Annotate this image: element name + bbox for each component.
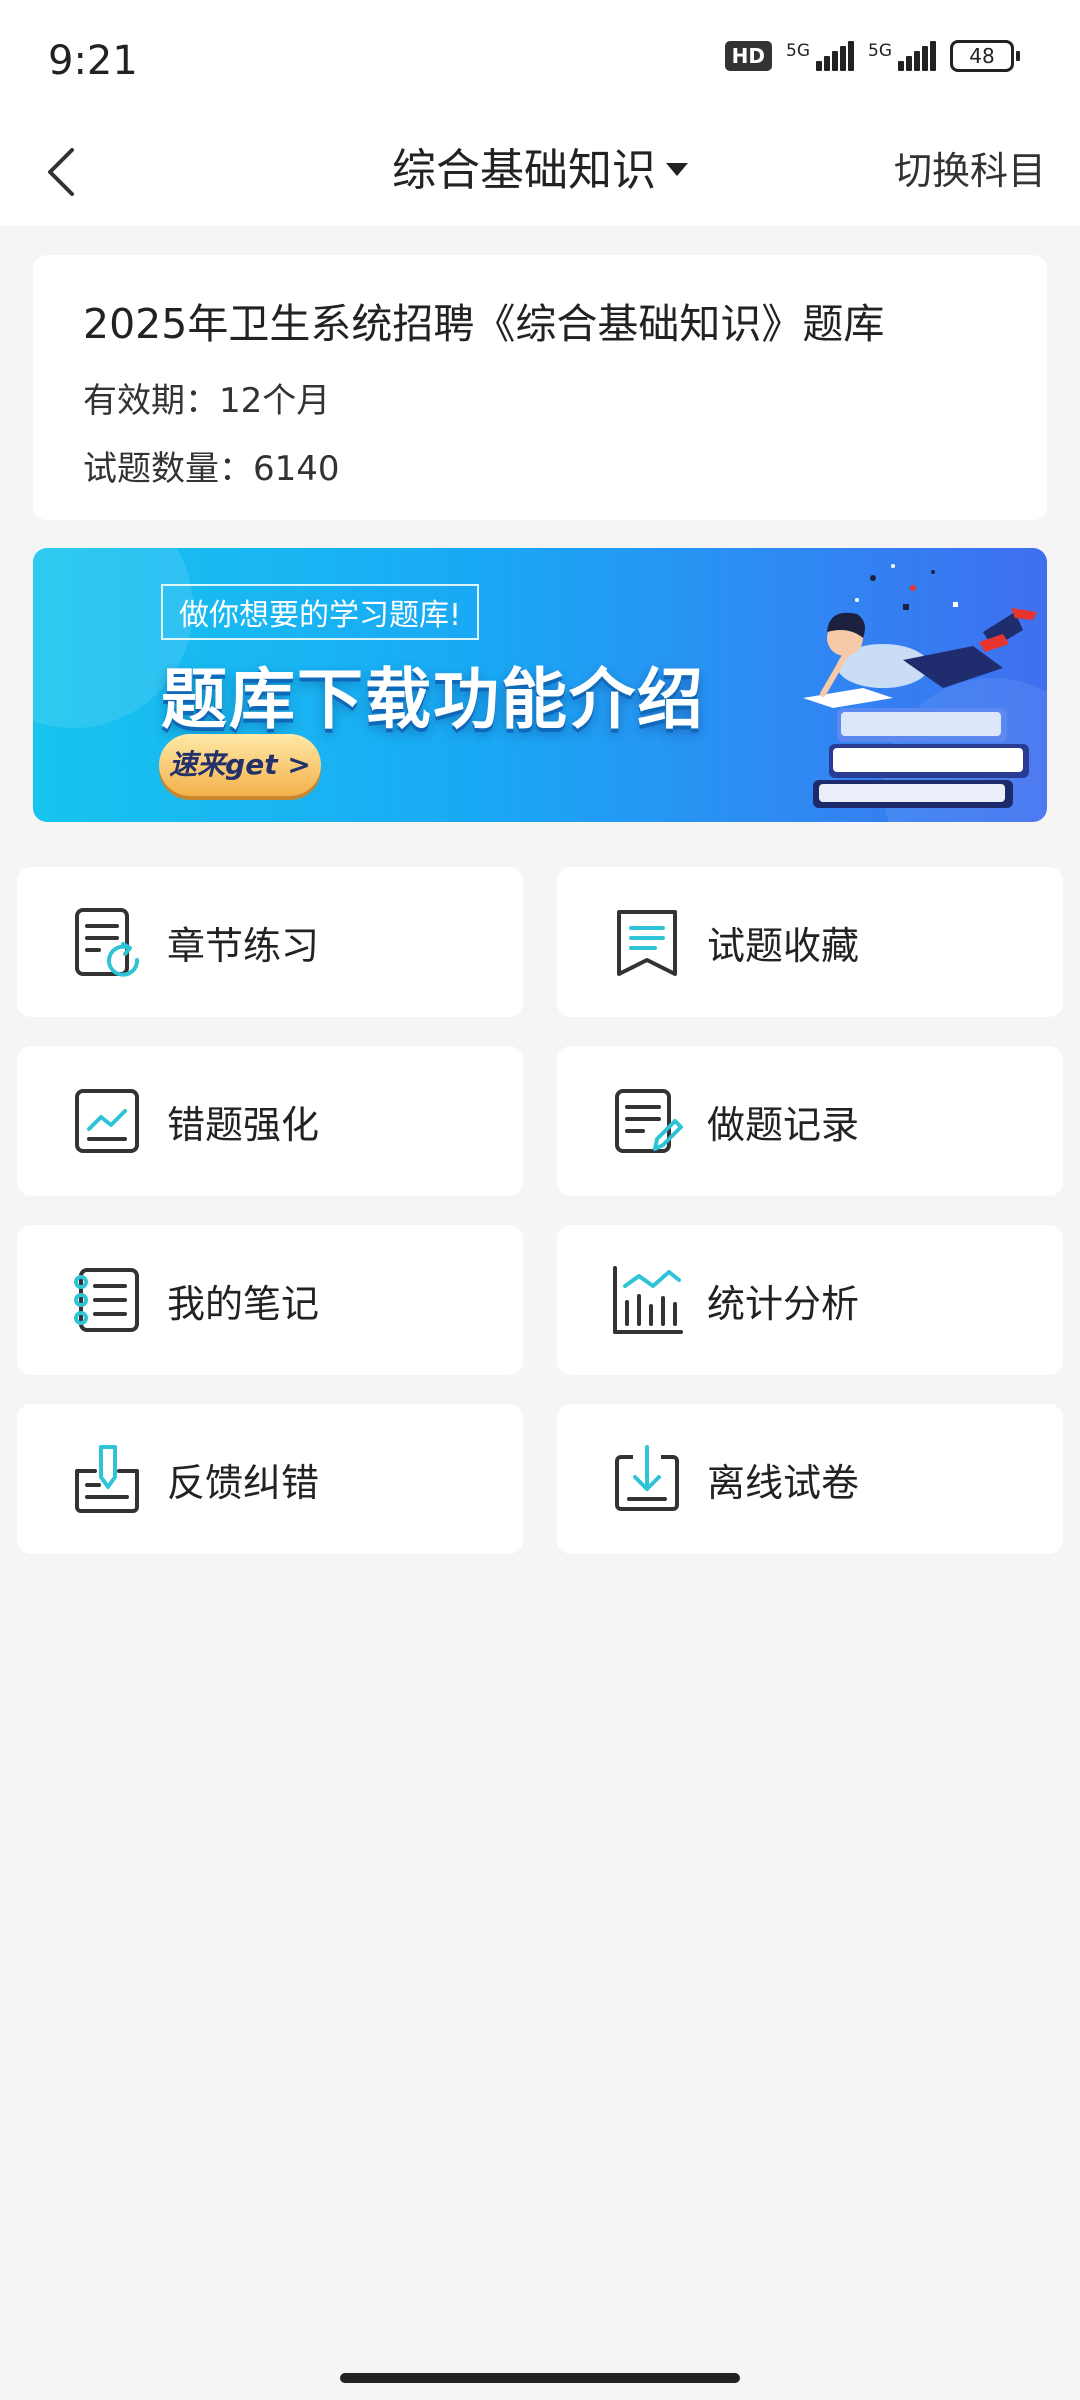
status-time: 9:21 bbox=[48, 38, 138, 84]
notebook-icon bbox=[74, 1268, 139, 1332]
signal-icon-2: 5G bbox=[868, 41, 936, 71]
tile-label: 反馈纠错 bbox=[167, 1461, 320, 1505]
chapter-practice-icon bbox=[75, 908, 140, 977]
download-icon bbox=[615, 1445, 679, 1511]
home-indicator[interactable] bbox=[340, 2373, 740, 2383]
tile-label: 做题记录 bbox=[707, 1103, 860, 1147]
status-icons: HD 5G 5G 48 bbox=[724, 40, 1020, 72]
page-title: 综合基础知识 bbox=[392, 145, 656, 196]
hd-voice-icon: HD bbox=[724, 41, 772, 71]
record-edit-icon bbox=[615, 1089, 683, 1153]
tile-label: 错题强化 bbox=[167, 1103, 320, 1147]
banner-tag: 做你想要的学习题库! bbox=[161, 584, 480, 640]
validity-text: 有效期：12个月 bbox=[83, 381, 331, 421]
menu-tile-question-favorites[interactable]: 试题收藏 bbox=[557, 867, 1063, 1017]
menu-tile-chapter-practice[interactable]: 章节练习 bbox=[17, 867, 523, 1017]
menu-tile-offline-papers[interactable]: 离线试卷 bbox=[557, 1404, 1063, 1554]
menu-tile-wrong-questions[interactable]: 错题强化 bbox=[17, 1046, 523, 1196]
tile-label: 统计分析 bbox=[707, 1282, 860, 1326]
caret-down-icon bbox=[666, 162, 688, 176]
feedback-icon bbox=[75, 1445, 139, 1513]
bar-chart-icon bbox=[613, 1266, 683, 1334]
banner-get-button[interactable]: 速来get > bbox=[159, 734, 321, 796]
nav-bar: 综合基础知识 切换科目 bbox=[0, 120, 1080, 226]
download-feature-banner[interactable]: 做你想要的学习题库! 题库下载功能介绍 速来get > bbox=[33, 548, 1047, 822]
menu-tile-practice-record[interactable]: 做题记录 bbox=[557, 1046, 1063, 1196]
battery-icon: 48 bbox=[950, 40, 1020, 72]
tile-label: 离线试卷 bbox=[707, 1461, 860, 1505]
bookmark-icon bbox=[617, 910, 677, 976]
battery-level: 48 bbox=[950, 40, 1014, 72]
banner-heading: 题库下载功能介绍 bbox=[161, 661, 705, 738]
question-bank-info-card: 2025年卫生系统招聘《综合基础知识》题库 有效期：12个月 试题数量：6140 bbox=[33, 255, 1047, 520]
tile-label: 我的笔记 bbox=[167, 1282, 320, 1326]
bank-title: 2025年卫生系统招聘《综合基础知识》题库 bbox=[83, 300, 885, 348]
menu-tile-feedback[interactable]: 反馈纠错 bbox=[17, 1404, 523, 1554]
question-count-text: 试题数量：6140 bbox=[83, 449, 340, 489]
tile-label: 试题收藏 bbox=[707, 924, 860, 968]
status-bar: 9:21 HD 5G 5G 48 bbox=[0, 0, 1080, 120]
reading-girl-illustration bbox=[803, 564, 1037, 808]
menu-tile-statistics[interactable]: 统计分析 bbox=[557, 1225, 1063, 1375]
tile-label: 章节练习 bbox=[167, 924, 320, 968]
signal-icon-1: 5G bbox=[786, 41, 854, 71]
menu-tile-my-notes[interactable]: 我的笔记 bbox=[17, 1225, 523, 1375]
wrong-question-icon bbox=[75, 1089, 139, 1153]
switch-subject-button[interactable]: 切换科目 bbox=[894, 140, 1046, 195]
